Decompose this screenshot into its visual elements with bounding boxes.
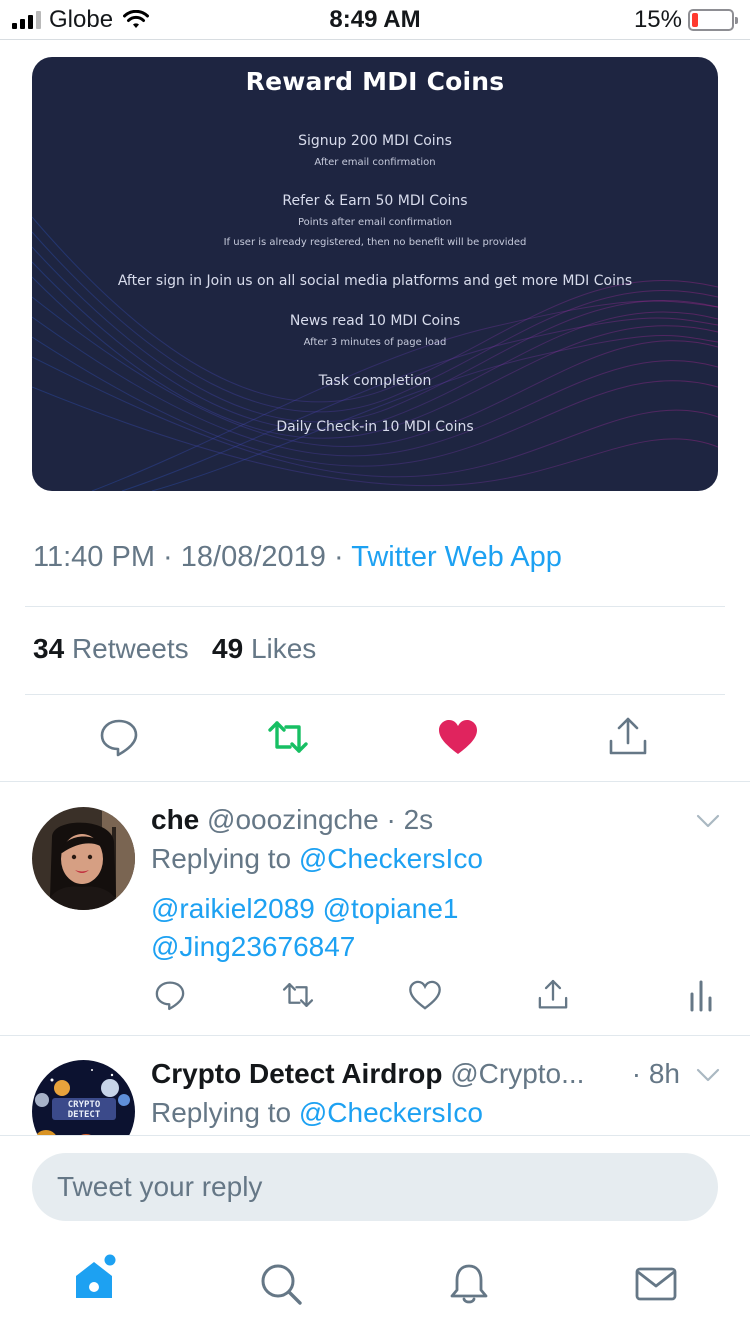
avatar[interactable] <box>32 807 135 910</box>
divider <box>25 694 725 695</box>
reply-tweet[interactable]: che @ooozingche · 2s Replying to @Checke… <box>0 782 750 1035</box>
reward-subline: If user is already registered, then no b… <box>223 237 527 248</box>
tweet-source-link[interactable]: Twitter Web App <box>351 541 562 573</box>
reward-line: Task completion <box>318 373 432 389</box>
battery-icon <box>688 9 738 31</box>
reply-tweet[interactable]: CRYPTO DETECT Crypto Detect Airdrop @Cry… <box>0 1036 750 1136</box>
tab-bar <box>0 1254 750 1312</box>
replying-to: Replying to @CheckersIco <box>151 843 483 875</box>
likes-label: Likes <box>250 633 317 664</box>
tweet-timestamp: 11:40 PM · 18/08/2019 · Twitter Web App <box>33 541 562 574</box>
share-icon[interactable] <box>536 978 570 1012</box>
battery-level <box>692 13 698 27</box>
likes-stat[interactable]: 49 Likes <box>212 633 316 664</box>
search-icon[interactable] <box>259 1262 303 1306</box>
likes-count: 49 <box>212 633 244 664</box>
share-icon[interactable] <box>606 715 650 759</box>
reply-header: Crypto Detect Airdrop @Crypto... <box>151 1058 584 1090</box>
bell-icon[interactable] <box>447 1262 491 1306</box>
tweet-action-bar <box>0 715 750 765</box>
tweet-time: 11:40 PM <box>33 541 155 573</box>
retweet-icon[interactable] <box>281 978 315 1012</box>
reply-mentions-line[interactable]: @Jing23676847 <box>151 931 355 963</box>
meta-separator: · <box>163 541 173 573</box>
meta-separator: · <box>334 541 344 573</box>
replying-prefix: Replying to <box>151 1097 292 1128</box>
mail-icon[interactable] <box>634 1262 678 1306</box>
reply-mentions-line[interactable]: @raikiel2089 @topiane1 <box>151 893 458 925</box>
replying-prefix: Replying to <box>151 843 292 874</box>
replying-to: Replying to @CheckersIco <box>151 1097 483 1129</box>
reward-line: Refer & Earn 50 MDI Coins <box>282 193 468 209</box>
chevron-down-icon[interactable] <box>696 814 720 828</box>
replying-to-link[interactable]: @CheckersIco <box>299 1097 483 1128</box>
avatar-logo-text: CRYPTO <box>68 1100 101 1110</box>
retweets-label: Retweets <box>71 633 189 664</box>
reply-time: · 2s <box>386 804 434 835</box>
replying-to-link[interactable]: @CheckersIco <box>299 843 483 874</box>
reply-composer-input[interactable]: Tweet your reply <box>32 1153 718 1221</box>
home-icon[interactable] <box>72 1254 120 1302</box>
heart-icon[interactable] <box>436 715 480 759</box>
reply-icon[interactable] <box>153 978 187 1012</box>
tweet-date: 18/08/2019 <box>180 541 326 573</box>
tweet-media-image[interactable]: Reward MDI Coins Signup 200 MDI Coins Af… <box>32 57 718 491</box>
heart-icon[interactable] <box>408 978 442 1012</box>
avatar-logo-text: DETECT <box>68 1110 101 1120</box>
reply-time-wrap: · 8h <box>632 1058 680 1090</box>
reply-header: che @ooozingche · 2s <box>151 804 433 836</box>
chevron-down-icon[interactable] <box>696 1068 720 1082</box>
reward-subline: After email confirmation <box>314 157 436 168</box>
avatar[interactable]: CRYPTO DETECT <box>32 1060 135 1136</box>
reward-subline: After 3 minutes of page load <box>303 337 447 348</box>
reward-subline: Points after email confirmation <box>297 217 453 228</box>
battery-group: 15% <box>633 6 738 34</box>
author-name[interactable]: Crypto Detect Airdrop <box>151 1058 442 1089</box>
divider <box>25 606 725 607</box>
author-handle[interactable]: @Crypto... <box>450 1058 584 1089</box>
analytics-icon[interactable] <box>684 978 718 1012</box>
retweets-count: 34 <box>33 633 65 664</box>
status-bar: Globe 8:49 AM 15% <box>0 0 750 40</box>
reply-icon[interactable] <box>97 715 141 759</box>
tweet-stats: 34 Retweets 49 Likes <box>33 633 316 665</box>
battery-percent: 15% <box>633 6 682 33</box>
author-handle[interactable]: @ooozingche <box>207 804 379 835</box>
retweet-icon[interactable] <box>266 715 310 759</box>
reward-line: News read 10 MDI Coins <box>289 313 461 329</box>
reward-line: Daily Check-in 10 MDI Coins <box>276 419 474 435</box>
media-title: Reward MDI Coins <box>245 67 505 96</box>
retweets-stat[interactable]: 34 Retweets <box>33 633 189 664</box>
author-name[interactable]: che <box>151 804 199 835</box>
reward-line: Signup 200 MDI Coins <box>298 133 452 149</box>
reward-line: After sign in Join us on all social medi… <box>117 273 633 289</box>
reply-time: · 8h <box>631 1058 680 1089</box>
